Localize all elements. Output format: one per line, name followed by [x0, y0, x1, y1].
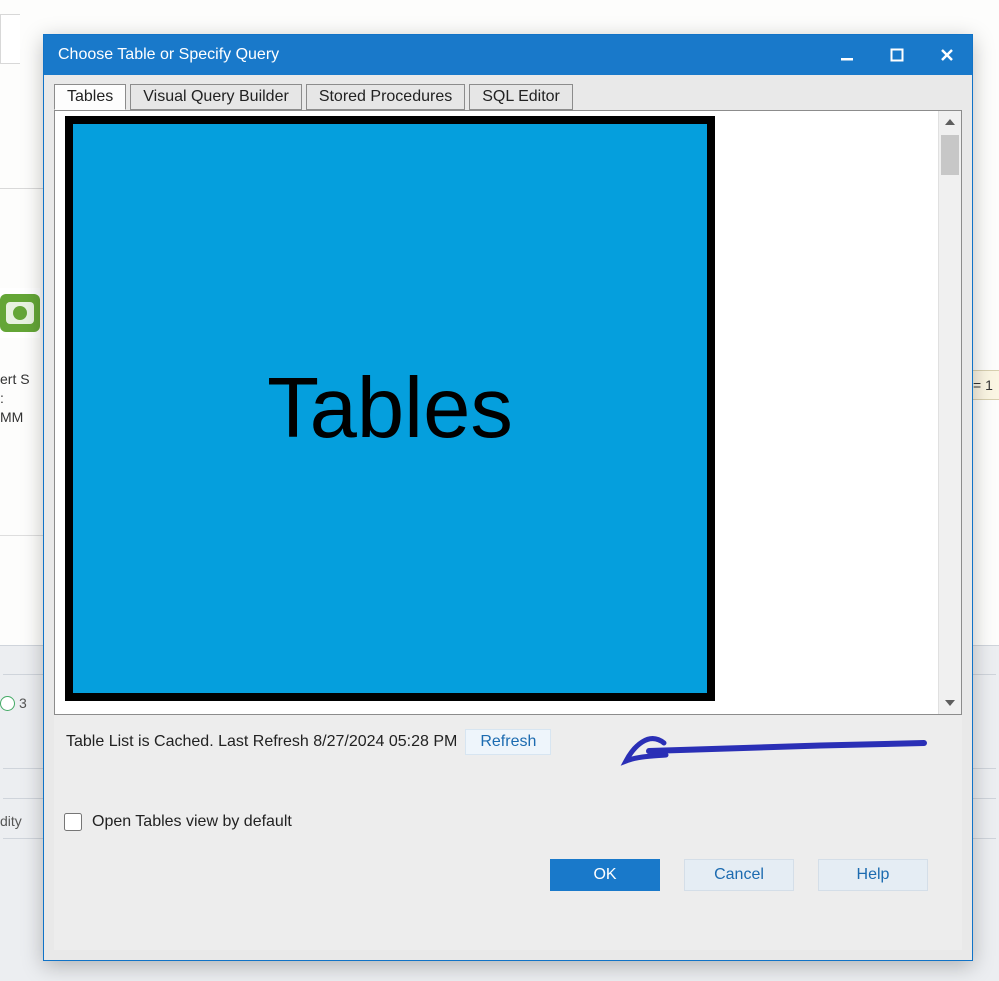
- close-icon: [940, 48, 954, 62]
- bg-side-text-3: MM: [0, 408, 45, 427]
- scroll-up-button[interactable]: [939, 111, 961, 133]
- redact-label: Tables: [267, 360, 513, 458]
- bg-status-count: 3: [0, 695, 27, 711]
- cache-status-text: Table List is Cached. Last Refresh 8/27/…: [66, 733, 457, 751]
- refresh-button[interactable]: Refresh: [465, 729, 551, 755]
- dialog-button-row: OK Cancel Help: [54, 841, 962, 915]
- bg-status-count-label: 3: [19, 695, 27, 711]
- open-tables-default-checkbox[interactable]: [64, 813, 82, 831]
- default-view-row: Open Tables view by default: [54, 765, 962, 841]
- scroll-thumb[interactable]: [941, 135, 959, 175]
- bg-side-text-1: ert S: [0, 370, 45, 389]
- scroll-down-button[interactable]: [939, 692, 961, 714]
- open-tables-default-label: Open Tables view by default: [92, 813, 292, 831]
- choose-table-dialog: Choose Table or Specify Query Tables Vis…: [43, 34, 973, 961]
- bg-divider-1: [0, 188, 45, 189]
- bg-side-text-group: ert S : MM: [0, 370, 45, 427]
- tab-panel: Tables Table List is Cached. Last Refres…: [54, 110, 962, 950]
- help-button[interactable]: Help: [818, 859, 928, 891]
- dialog-title: Choose Table or Specify Query: [58, 46, 822, 64]
- bg-tool-icon: [0, 288, 40, 338]
- redacted-tables-area: Tables: [65, 116, 715, 701]
- tab-visual-query-builder[interactable]: Visual Query Builder: [130, 84, 302, 110]
- tabs-row: Tables Visual Query Builder Stored Proce…: [44, 75, 972, 110]
- table-list-container: Tables: [54, 110, 962, 715]
- cache-status-row: Table List is Cached. Last Refresh 8/27/…: [54, 715, 962, 765]
- minimize-icon: [840, 48, 854, 62]
- bg-dity-label: dity: [0, 813, 22, 829]
- tab-sql-editor[interactable]: SQL Editor: [469, 84, 573, 110]
- bg-right-eq-box: = 1: [969, 370, 999, 400]
- cancel-button[interactable]: Cancel: [684, 859, 794, 891]
- ok-button[interactable]: OK: [550, 859, 660, 891]
- status-circle-icon: [0, 696, 15, 711]
- bg-top-left-box: [0, 14, 20, 64]
- tab-stored-procedures[interactable]: Stored Procedures: [306, 84, 465, 110]
- titlebar[interactable]: Choose Table or Specify Query: [44, 35, 972, 75]
- chevron-up-icon: [945, 119, 955, 125]
- bg-divider-2: [0, 535, 46, 536]
- maximize-button[interactable]: [872, 35, 922, 75]
- tab-tables[interactable]: Tables: [54, 84, 126, 110]
- list-scrollbar[interactable]: [938, 111, 961, 714]
- chevron-down-icon: [945, 700, 955, 706]
- minimize-button[interactable]: [822, 35, 872, 75]
- close-button[interactable]: [922, 35, 972, 75]
- bg-side-text-2: :: [0, 389, 45, 408]
- maximize-icon: [890, 48, 904, 62]
